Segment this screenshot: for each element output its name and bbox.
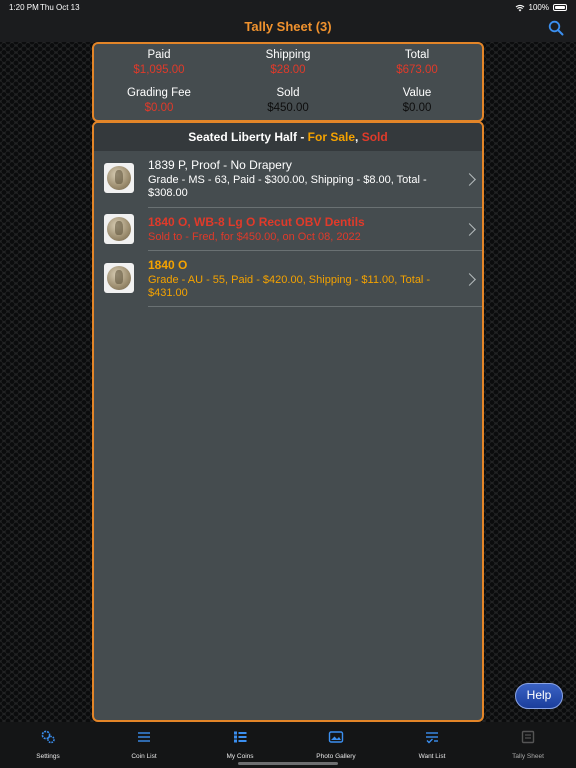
status-date: Thu Oct 13 bbox=[40, 3, 80, 12]
tab-tally-sheet[interactable]: Tally Sheet bbox=[480, 722, 576, 768]
coin-icon bbox=[107, 266, 131, 290]
tab-label: Want List bbox=[418, 753, 446, 760]
summary-sold-value: $450.00 bbox=[267, 102, 309, 114]
summary-panel: Paid $1,095.00 Shipping $28.00 Total $67… bbox=[92, 42, 484, 122]
help-button[interactable]: Help bbox=[515, 683, 563, 709]
tab-label: Coin List bbox=[131, 753, 157, 760]
summary-paid-label: Paid bbox=[147, 49, 171, 61]
summary-paid: Paid $1,095.00 bbox=[94, 49, 224, 76]
status-right: 100% bbox=[515, 3, 567, 12]
tab-label: My Coins bbox=[226, 753, 254, 760]
list-item[interactable]: 1839 P, Proof - No Drapery Grade - MS - … bbox=[104, 151, 482, 208]
summary-shipping: Shipping $28.00 bbox=[223, 49, 353, 76]
coin-thumbnail bbox=[104, 214, 134, 244]
list-lines-icon bbox=[138, 732, 150, 742]
summary-total-value: $673.00 bbox=[396, 64, 438, 76]
search-icon[interactable] bbox=[548, 20, 564, 36]
bulleted-list-icon bbox=[234, 731, 247, 743]
navigation-bar: Tally Sheet (3) bbox=[0, 14, 576, 42]
list-section-header: Seated Liberty Half - For Sale, Sold bbox=[94, 123, 482, 151]
section-comma: , bbox=[355, 130, 362, 144]
list-item-title: 1840 O bbox=[148, 258, 188, 272]
tab-want-list[interactable]: Want List bbox=[384, 722, 480, 768]
summary-value-label: Value bbox=[402, 87, 432, 99]
summary-paid-value: $1,095.00 bbox=[133, 64, 185, 76]
summary-grading-fee: Grading Fee $0.00 bbox=[94, 87, 224, 114]
coin-thumbnail bbox=[104, 163, 134, 193]
battery-percent: 100% bbox=[528, 3, 549, 12]
list-item-subtitle: Grade - MS - 63, Paid - $300.00, Shippin… bbox=[148, 174, 427, 199]
for-sale-label: For Sale bbox=[307, 130, 356, 144]
summary-sold: Sold $450.00 bbox=[223, 87, 353, 114]
coin-list-panel: Seated Liberty Half - For Sale, Sold 183… bbox=[92, 121, 484, 722]
summary-total: Total $673.00 bbox=[352, 49, 482, 76]
section-title: Seated Liberty Half - bbox=[188, 130, 308, 144]
tab-bar: Settings Coin List My Coins Photo Galler… bbox=[0, 722, 576, 768]
tab-label: Photo Gallery bbox=[316, 753, 356, 760]
list-item-subtitle: Sold to - Fred, for $450.00, on Oct 08, … bbox=[148, 231, 361, 243]
status-time: 1:20 PM bbox=[9, 3, 39, 12]
list-item-title: 1839 P, Proof - No Drapery bbox=[148, 158, 292, 172]
page-title: Tally Sheet (3) bbox=[244, 19, 332, 34]
list-item[interactable]: 1840 O Grade - AU - 55, Paid - $420.00, … bbox=[104, 251, 482, 307]
tab-label: Tally Sheet bbox=[512, 753, 544, 760]
checklist-icon bbox=[426, 732, 438, 744]
list-item-subtitle: Grade - AU - 55, Paid - $420.00, Shippin… bbox=[148, 274, 431, 299]
home-indicator bbox=[238, 762, 338, 765]
list-item[interactable]: 1840 O, WB-8 Lg O Recut OBV Dentils Sold… bbox=[104, 208, 482, 251]
summary-grading-fee-value: $0.00 bbox=[144, 102, 174, 114]
battery-icon bbox=[553, 4, 567, 11]
status-bar: 1:20 PM Thu Oct 13 100% bbox=[0, 0, 576, 14]
coin-icon bbox=[107, 166, 131, 190]
tab-label: Settings bbox=[36, 753, 60, 760]
summary-value-value: $0.00 bbox=[402, 102, 432, 114]
coin-icon bbox=[107, 217, 131, 241]
summary-value: Value $0.00 bbox=[352, 87, 482, 114]
list-item-title: 1840 O, WB-8 Lg O Recut OBV Dentils bbox=[148, 215, 365, 229]
tally-sheet-icon bbox=[521, 730, 535, 744]
tab-settings[interactable]: Settings bbox=[0, 722, 96, 768]
wifi-icon bbox=[515, 4, 524, 11]
summary-shipping-label: Shipping bbox=[265, 49, 311, 61]
tab-coin-list[interactable]: Coin List bbox=[96, 722, 192, 768]
sold-label: Sold bbox=[361, 130, 388, 144]
coin-thumbnail bbox=[104, 263, 134, 293]
summary-shipping-value: $28.00 bbox=[270, 64, 306, 76]
summary-sold-label: Sold bbox=[276, 87, 300, 99]
gears-icon bbox=[41, 730, 55, 744]
photos-icon bbox=[328, 731, 344, 743]
summary-grading-fee-label: Grading Fee bbox=[127, 87, 191, 99]
summary-total-label: Total bbox=[404, 49, 430, 61]
